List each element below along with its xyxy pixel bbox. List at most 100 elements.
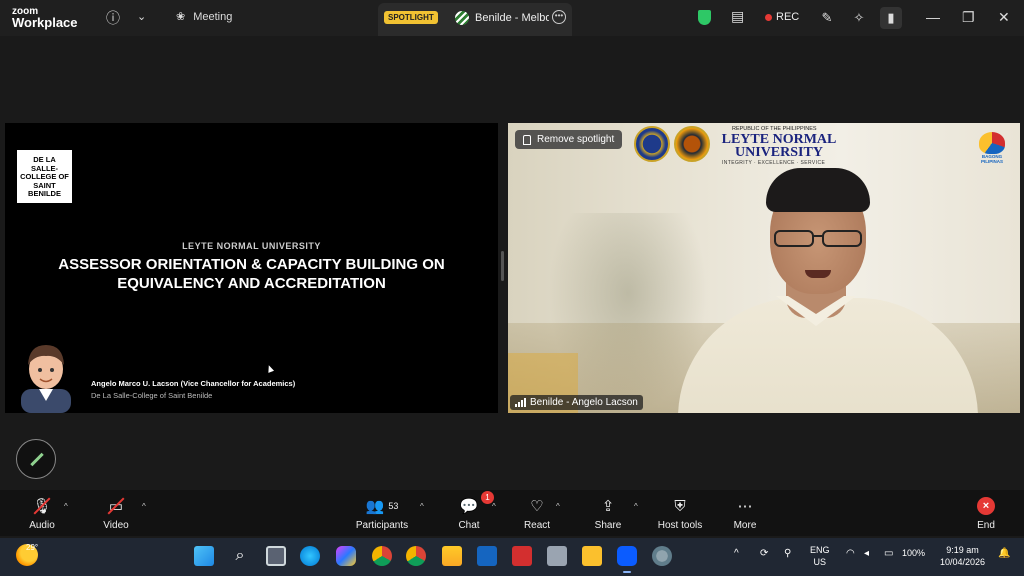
chevron-down-icon[interactable]: ⌄ xyxy=(137,10,146,23)
react-label: React xyxy=(523,520,551,531)
partner-seal-icon xyxy=(674,126,710,162)
react-button[interactable]: ♡ React xyxy=(520,495,554,531)
meeting-toolbar: 🎙 Audio ^ ▭ Video ^ 👥53 Participants ^ 💬… xyxy=(0,490,1024,536)
share-label: Share xyxy=(594,520,622,531)
participants-button[interactable]: 👥 53 Participants xyxy=(352,495,412,531)
remove-spotlight-label: Remove spotlight xyxy=(537,134,615,145)
notification-bell-icon[interactable]: 🔔 xyxy=(998,548,1010,559)
more-button[interactable]: ⋯ More xyxy=(730,495,760,531)
brand-bottom: Workplace xyxy=(12,15,78,30)
speaker-organization: De La Salle-College of Saint Benilde xyxy=(91,391,213,400)
info-icon[interactable]: ⓘ xyxy=(106,8,120,28)
participants-icon: 👥 xyxy=(365,498,385,515)
restore-icon[interactable]: ❐ xyxy=(962,9,975,26)
share-button[interactable]: ⇪ Share xyxy=(592,495,624,531)
end-meeting-button[interactable]: × End xyxy=(972,495,1000,531)
search-icon[interactable]: ⌕ xyxy=(230,546,250,566)
participants-options-caret[interactable]: ^ xyxy=(420,502,424,511)
participant-video[interactable]: REPUBLIC OF THE PHILIPPINES LEYTE NORMAL… xyxy=(508,123,1020,413)
clock-date: 10/04/2026 xyxy=(940,557,986,567)
recording-indicator[interactable]: REC xyxy=(765,11,799,23)
copilot-icon[interactable] xyxy=(336,546,356,566)
mouse-cursor-icon xyxy=(265,364,275,373)
remove-spotlight-button[interactable]: Remove spotlight xyxy=(515,130,623,149)
wifi-icon[interactable]: ◠ xyxy=(846,548,855,559)
host-tools-button[interactable]: ⛨ Host tools xyxy=(654,495,706,532)
chat-button[interactable]: 💬 1 Chat xyxy=(454,491,494,531)
battery-icon[interactable]: ▭ xyxy=(884,548,893,559)
system-clock[interactable]: 9:19 am 10/04/2026 xyxy=(940,544,985,568)
tray-chevron-up-icon[interactable]: ^ xyxy=(734,548,739,559)
ai-companion-icon[interactable]: ✧ xyxy=(848,7,870,29)
more-dots-icon: ⋯ xyxy=(737,498,753,515)
temperature: 29° xyxy=(26,543,39,552)
network-share-icon[interactable]: ⚲ xyxy=(784,548,791,559)
zoom-app-icon[interactable] xyxy=(617,546,637,573)
notes-icon[interactable]: ▤ xyxy=(731,8,744,25)
word-icon[interactable] xyxy=(477,546,497,566)
glasses xyxy=(774,230,864,248)
windows-taskbar: 29° ⌕ ^ ⟳ ⚲ ENG US ◠ ◂ ▭ 100% 9:19 am 10… xyxy=(0,538,1024,576)
video-options-caret[interactable]: ^ xyxy=(142,502,146,511)
close-icon[interactable]: ✕ xyxy=(998,9,1010,26)
annotate-pen-icon[interactable]: ✎ xyxy=(816,7,838,29)
participant-name: Benilde - Angelo Lacson xyxy=(530,397,638,408)
spotlight-badge: SPOTLIGHT xyxy=(384,11,438,24)
sync-icon[interactable]: ⟳ xyxy=(760,548,768,559)
chrome-icon[interactable] xyxy=(372,546,392,566)
participant-name-tag: Benilde - Angelo Lacson xyxy=(510,395,643,410)
view-layout-icon[interactable]: ▮ xyxy=(880,7,902,29)
task-view-icon[interactable] xyxy=(266,546,286,566)
sticky-notes-icon[interactable] xyxy=(582,546,602,566)
start-windows-icon[interactable] xyxy=(194,546,214,566)
audio-button[interactable]: 🎙 Audio xyxy=(26,495,58,531)
chrome-profile-icon[interactable] xyxy=(406,546,426,566)
minimize-icon[interactable]: — xyxy=(926,9,940,25)
acrobat-icon[interactable] xyxy=(512,546,532,566)
banner-university-name: LEYTE NORMAL UNIVERSITY xyxy=(721,132,837,160)
share-options-caret[interactable]: ^ xyxy=(634,502,638,511)
input-language[interactable]: ENG US xyxy=(810,544,830,568)
video-button[interactable]: ▭ Video xyxy=(100,495,132,531)
more-label: More xyxy=(733,520,757,531)
share-screen-icon: ⇪ xyxy=(601,498,615,515)
meeting-tab[interactable]: ❀ Meeting xyxy=(176,10,233,24)
chat-icon: 💬 xyxy=(459,498,479,515)
record-dot-icon xyxy=(765,13,772,21)
heart-icon: ♡ xyxy=(530,498,544,515)
rec-label: REC xyxy=(776,11,800,23)
meeting-label: Meeting xyxy=(193,10,233,23)
tab-title: Benilde - Melbou xyxy=(475,12,549,24)
lnu-banner: REPUBLIC OF THE PHILIPPINES LEYTE NORMAL… xyxy=(632,126,1005,166)
settings-gear-icon[interactable] xyxy=(652,546,672,566)
annotate-button[interactable] xyxy=(16,439,56,479)
zoom-window: zoom Workplace ⓘ ⌄ ❀ Meeting SPOTLIGHT B… xyxy=(0,0,1024,576)
more-options-icon[interactable]: ••• xyxy=(552,10,566,24)
hair xyxy=(766,168,870,212)
bagong-pilipinas-logo: BAGONG PILIPINAS xyxy=(974,132,1010,164)
file-explorer-icon[interactable] xyxy=(442,546,462,566)
clock-time: 9:19 am xyxy=(946,545,979,555)
encryption-shield-icon[interactable] xyxy=(698,10,711,25)
battery-percent: 100% xyxy=(902,548,926,558)
video-label: Video xyxy=(103,520,129,531)
lang-bottom: US xyxy=(813,557,827,567)
speaker-name: Angelo Marco U. Lacson (Vice Chancellor … xyxy=(91,379,296,388)
audio-options-caret[interactable]: ^ xyxy=(64,502,68,511)
speaker-avatar xyxy=(21,345,71,413)
edge-icon[interactable] xyxy=(300,546,320,566)
chat-label: Chat xyxy=(458,520,480,531)
benilde-logo-icon xyxy=(455,11,469,25)
unpin-icon xyxy=(523,134,531,145)
chat-options-caret[interactable]: ^ xyxy=(492,502,496,511)
host-shield-icon: ⛨ xyxy=(674,497,686,515)
volume-icon[interactable]: ◂ xyxy=(864,548,869,559)
react-options-caret[interactable]: ^ xyxy=(556,502,560,511)
participants-label: Participants xyxy=(355,520,409,531)
pencil-icon xyxy=(30,452,44,467)
speaker-person xyxy=(658,168,978,413)
banner-motto: INTEGRITY · EXCELLENCE · SERVICE xyxy=(722,160,826,166)
printer-icon[interactable] xyxy=(547,546,567,566)
panel-resize-handle[interactable] xyxy=(501,251,504,281)
host-tools-label: Host tools xyxy=(657,520,703,531)
